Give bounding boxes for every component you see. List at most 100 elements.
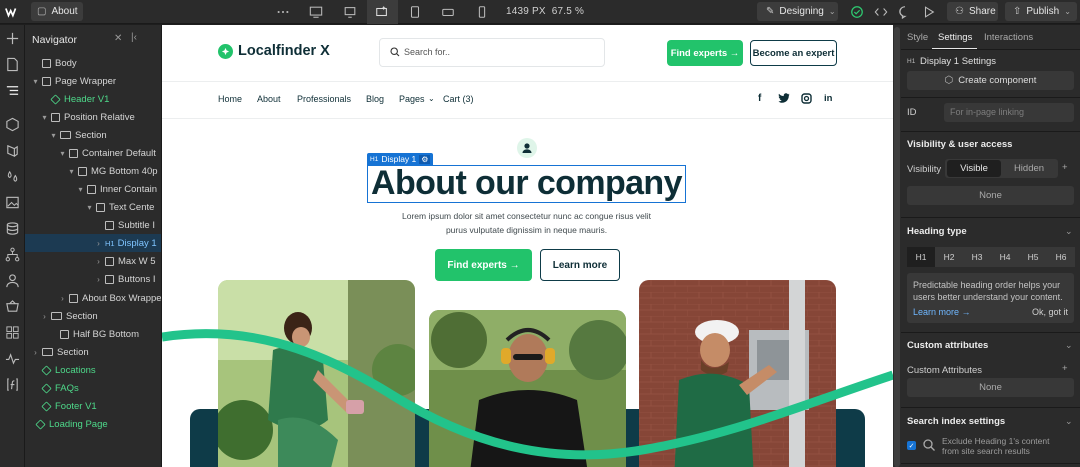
chevron-down-icon[interactable]: ⌄ bbox=[1065, 340, 1073, 351]
page-heading[interactable]: About our company bbox=[371, 164, 683, 203]
visible-option[interactable]: Visible bbox=[947, 160, 1001, 177]
chevron-down-icon[interactable]: ▾ bbox=[85, 203, 94, 212]
audit-icon[interactable] bbox=[5, 351, 20, 366]
nav-link-blog[interactable]: Blog bbox=[366, 94, 384, 104]
tablet-icon[interactable] bbox=[407, 4, 423, 20]
hero-paragraph[interactable]: Lorem ipsum dolor sit amet consectetur n… bbox=[367, 210, 686, 237]
nav-item-mg-bottom[interactable]: ▾ MG Bottom 40p bbox=[25, 162, 161, 180]
nav-link-home[interactable]: Home bbox=[218, 94, 242, 104]
header-find-experts-button[interactable]: Find experts → bbox=[667, 40, 743, 66]
heading-h2-button[interactable]: H2 bbox=[935, 247, 963, 267]
pin-panel-icon[interactable]: |‹ bbox=[131, 32, 137, 43]
collapse-icon[interactable]: ✕ bbox=[114, 33, 122, 44]
share-button[interactable]: ⚇ Share bbox=[947, 2, 998, 21]
nav-item-about-box-wrapper[interactable]: › About Box Wrappe bbox=[25, 289, 161, 307]
canvas-scrollbar[interactable] bbox=[893, 25, 901, 467]
ecommerce-icon[interactable] bbox=[5, 299, 20, 314]
instagram-icon[interactable] bbox=[801, 93, 812, 104]
base-breakpoint-icon[interactable] bbox=[374, 4, 390, 20]
chevron-right-icon[interactable]: › bbox=[94, 275, 103, 284]
hidden-option[interactable]: Hidden bbox=[1002, 160, 1056, 177]
nav-item-half-bg-bottom[interactable]: Half BG Bottom bbox=[25, 325, 161, 343]
desktop-icon[interactable] bbox=[342, 4, 358, 20]
search-index-heading[interactable]: Search index settings bbox=[907, 416, 1005, 427]
visibility-conditions-field[interactable]: None bbox=[907, 186, 1074, 205]
heading-h6-button[interactable]: H6 bbox=[1047, 247, 1075, 267]
nav-item-position-relative[interactable]: ▾ Position Relative bbox=[25, 108, 161, 126]
hero-find-experts-button[interactable]: Find experts → bbox=[435, 249, 532, 281]
logic-icon[interactable] bbox=[5, 247, 20, 262]
chevron-right-icon[interactable]: › bbox=[94, 257, 103, 266]
tab-interactions[interactable]: Interactions bbox=[984, 32, 1033, 43]
nav-item-section[interactable]: ▾ Section bbox=[25, 126, 161, 144]
nav-link-pages[interactable]: Pages bbox=[399, 94, 425, 104]
nav-item-inner-container[interactable]: ▾ Inner Contain bbox=[25, 180, 161, 198]
mobile-portrait-icon[interactable] bbox=[474, 4, 490, 20]
scrollbar-thumb[interactable] bbox=[894, 27, 900, 467]
custom-attributes-field[interactable]: None bbox=[907, 378, 1074, 397]
twitter-icon[interactable] bbox=[778, 93, 790, 104]
nav-item-text-center[interactable]: ▾ Text Cente bbox=[25, 198, 161, 216]
nav-item-section-3[interactable]: › Section bbox=[25, 343, 161, 361]
learn-more-button[interactable]: Learn more bbox=[540, 249, 620, 281]
mode-dropdown[interactable]: ✎ Designing ⌄ bbox=[757, 2, 838, 21]
mobile-landscape-icon[interactable] bbox=[440, 4, 456, 20]
assets-icon[interactable] bbox=[5, 195, 20, 210]
desktop-large-icon[interactable] bbox=[308, 4, 324, 20]
nav-item-footer-v1[interactable]: Footer V1 bbox=[25, 397, 161, 415]
add-icon[interactable] bbox=[5, 31, 20, 46]
heading-type-heading[interactable]: Heading type bbox=[907, 226, 967, 237]
chevron-down-icon[interactable]: ▾ bbox=[58, 149, 67, 158]
publish-button[interactable]: ⇧ Publish ⌄ bbox=[1005, 2, 1077, 21]
heading-h4-button[interactable]: H4 bbox=[991, 247, 1019, 267]
settings-gear-icon[interactable]: ⚙ bbox=[419, 154, 431, 164]
nav-item-body[interactable]: Body bbox=[25, 54, 161, 72]
site-logo-text[interactable]: Localfinder X bbox=[238, 43, 330, 59]
nav-item-buttons[interactable]: › Buttons I bbox=[25, 270, 161, 288]
visibility-heading[interactable]: Visibility & user access bbox=[907, 139, 1012, 150]
chevron-down-icon[interactable]: ▾ bbox=[31, 77, 40, 86]
facebook-icon[interactable]: f bbox=[758, 93, 761, 104]
nav-item-faqs[interactable]: FAQs bbox=[25, 379, 161, 397]
users-icon[interactable] bbox=[5, 273, 20, 288]
page-selector-button[interactable]: ▢ About bbox=[31, 2, 83, 21]
create-component-button[interactable]: ⬡ Create component bbox=[907, 71, 1074, 90]
become-expert-button[interactable]: Become an expert bbox=[750, 40, 837, 66]
chevron-down-icon[interactable]: ▾ bbox=[67, 167, 76, 176]
nav-link-about[interactable]: About bbox=[257, 94, 281, 104]
chevron-right-icon[interactable]: › bbox=[58, 294, 67, 303]
chevron-down-icon[interactable]: ▾ bbox=[40, 113, 49, 122]
chevron-down-icon[interactable]: ▾ bbox=[49, 131, 58, 140]
cms-icon[interactable] bbox=[5, 221, 20, 236]
checkmark-circle-icon[interactable] bbox=[849, 4, 865, 20]
chevron-down-icon[interactable]: ⌄ bbox=[1065, 226, 1073, 237]
exclude-checkbox[interactable]: ✓ bbox=[907, 441, 916, 450]
custom-attributes-heading[interactable]: Custom attributes bbox=[907, 340, 988, 351]
add-icon[interactable]: + bbox=[1062, 363, 1068, 374]
nav-item-section-2[interactable]: › Section bbox=[25, 307, 161, 325]
nav-link-cart[interactable]: Cart (3) bbox=[443, 94, 474, 104]
linkedin-icon[interactable]: in bbox=[824, 93, 832, 104]
apps-icon[interactable] bbox=[5, 325, 20, 340]
nav-item-display-1[interactable]: › H1 Display 1 bbox=[25, 234, 161, 252]
nav-item-header-v1[interactable]: Header V1 bbox=[25, 90, 161, 108]
variables-icon[interactable] bbox=[5, 143, 20, 158]
heading-h5-button[interactable]: H5 bbox=[1019, 247, 1047, 267]
nav-item-loading-page[interactable]: Loading Page bbox=[25, 415, 161, 433]
chevron-right-icon[interactable]: › bbox=[94, 239, 103, 248]
add-icon[interactable]: + bbox=[1062, 162, 1068, 173]
design-canvas[interactable]: Localfinder X Search for.. Find experts … bbox=[162, 25, 893, 467]
chevron-down-icon[interactable]: ⌄ bbox=[1065, 416, 1073, 427]
heading-h1-button[interactable]: H1 bbox=[907, 247, 935, 267]
style-selectors-icon[interactable] bbox=[5, 169, 20, 184]
tab-style[interactable]: Style bbox=[907, 32, 928, 43]
webflow-logo-icon[interactable] bbox=[4, 4, 20, 20]
ok-got-it-button[interactable]: Ok, got it bbox=[1032, 307, 1068, 317]
nav-item-locations[interactable]: Locations bbox=[25, 361, 161, 379]
chevron-right-icon[interactable]: › bbox=[40, 312, 49, 321]
learn-more-link[interactable]: Learn more → bbox=[913, 307, 971, 317]
nav-item-subtitle[interactable]: Subtitle I bbox=[25, 216, 161, 234]
nav-item-container-default[interactable]: ▾ Container Default bbox=[25, 144, 161, 162]
chevron-down-icon[interactable]: ▾ bbox=[76, 185, 85, 194]
heading-h3-button[interactable]: H3 bbox=[963, 247, 991, 267]
